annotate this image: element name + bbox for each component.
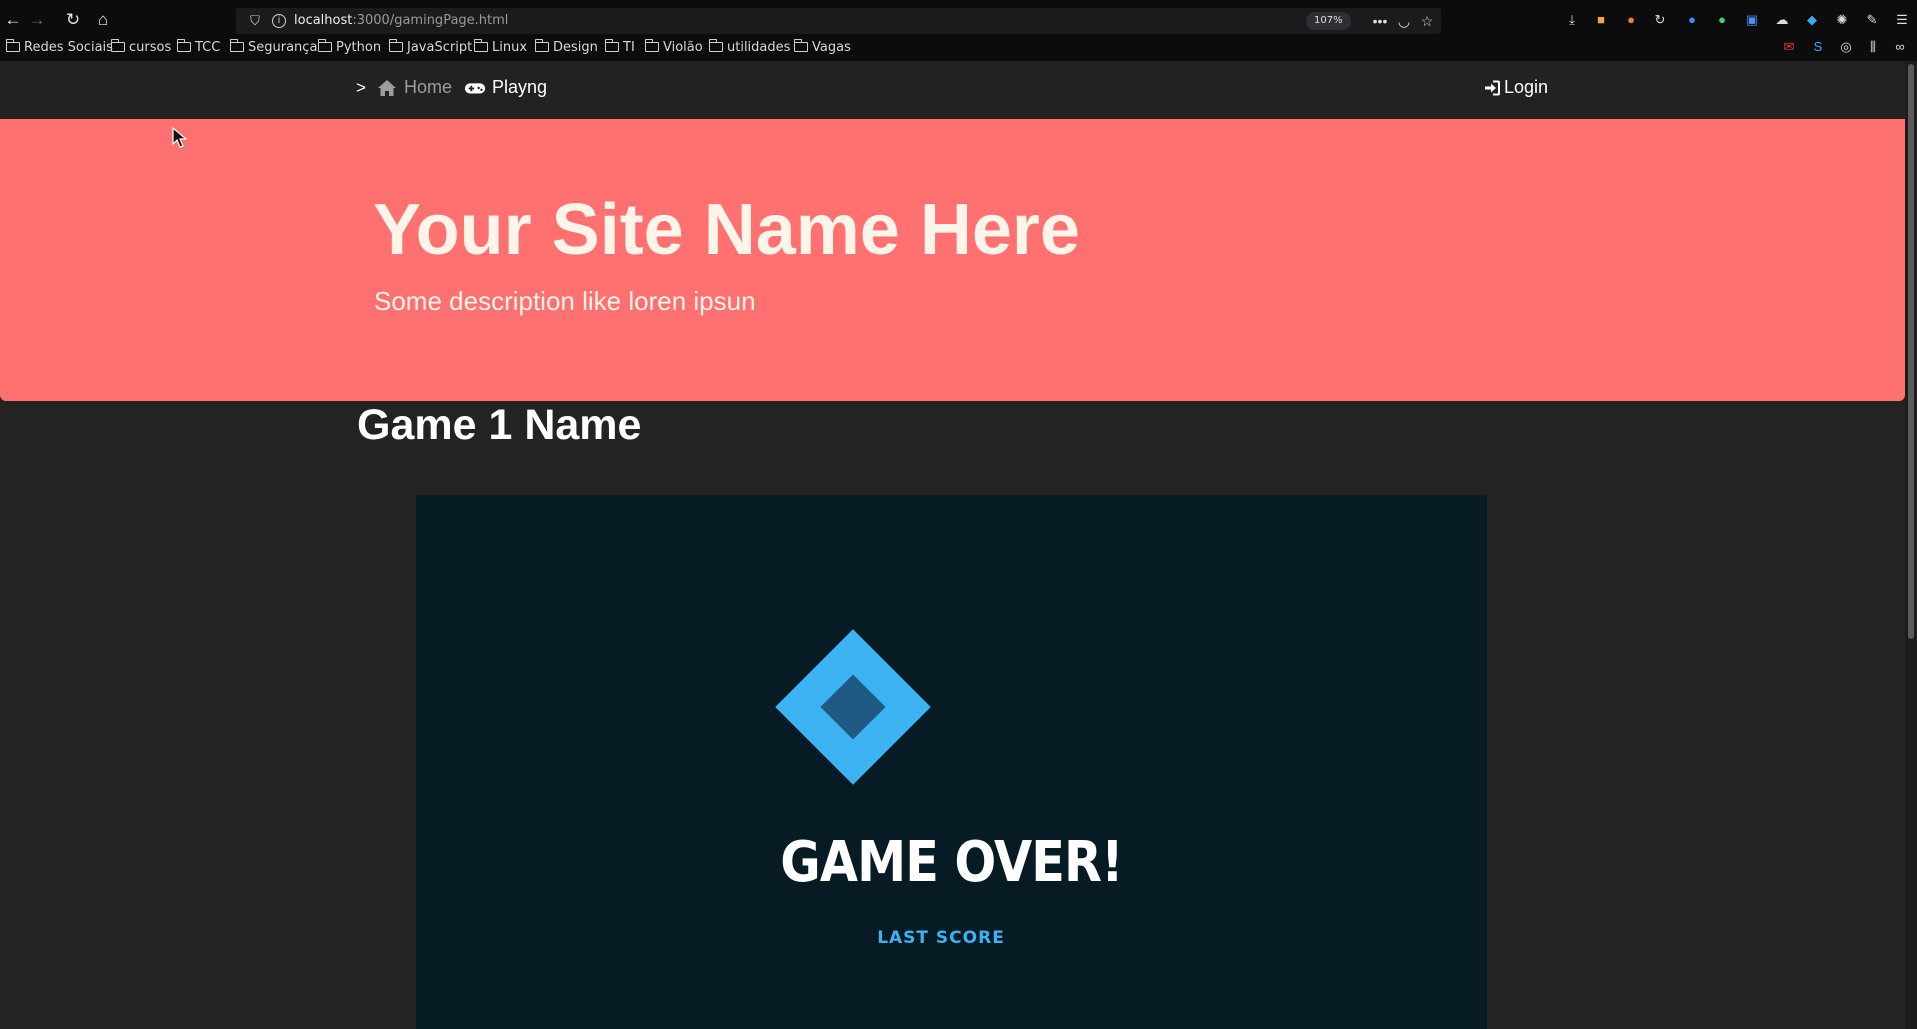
extension-icon[interactable]: ◆ — [1802, 10, 1822, 30]
page-scrollbar[interactable] — [1905, 61, 1917, 1029]
game-title: Game 1 Name — [357, 401, 642, 449]
extension-icon[interactable]: ↻ — [1650, 10, 1670, 30]
shield-icon[interactable]: ⛉ — [246, 12, 264, 30]
translate-icon[interactable]: ▣ — [1742, 10, 1762, 30]
menu-icon[interactable]: ☰ — [1892, 10, 1912, 30]
folder-icon — [474, 39, 488, 52]
bookmark-folder[interactable]: Python — [318, 39, 381, 55]
sign-in-icon — [1484, 78, 1500, 98]
site-navbar: > Home Playng Login — [0, 61, 1905, 119]
more-icon[interactable]: ••• — [1370, 12, 1390, 30]
bookmark-folder[interactable]: cursos — [111, 39, 171, 55]
nav-link-login-label: Login — [1504, 77, 1549, 97]
folder-icon — [318, 39, 332, 52]
url-bar[interactable]: ⛉ i localhost:3000/gamingPage.html 107% … — [236, 8, 1441, 34]
folder-icon — [177, 39, 191, 52]
react-icon[interactable]: ✺ — [1832, 10, 1852, 30]
folder-icon — [6, 39, 20, 52]
browser-chrome: ← → ↻ ⌂ ⛉ i localhost:3000/gamingPage.ht… — [0, 0, 1917, 61]
hero-jumbotron: Your Site Name Here Some description lik… — [0, 119, 1905, 401]
account-icon[interactable]: ◎ — [1836, 37, 1856, 57]
bookmark-folder[interactable]: Violão — [645, 39, 703, 55]
zoom-badge[interactable]: 107% — [1306, 12, 1351, 30]
bookmark-folder[interactable]: Linux — [474, 39, 527, 55]
home-icon — [376, 78, 398, 98]
home-icon[interactable]: ⌂ — [92, 9, 114, 31]
bookmark-folder[interactable]: utilidades — [709, 39, 790, 55]
bookmarks-bar: Redes Sociais cursos TCC Segurança Pytho… — [0, 36, 1917, 58]
folder-icon — [605, 39, 619, 52]
url-host: localhost — [294, 13, 353, 28]
extension-icon[interactable]: S — [1808, 37, 1828, 57]
folder-icon — [389, 39, 403, 52]
url-path: :3000/gamingPage.html — [352, 13, 509, 28]
folder-icon — [709, 39, 723, 52]
gamepad-icon — [464, 78, 486, 98]
extension-icon[interactable]: ■ — [1591, 10, 1611, 30]
diamond-outer — [775, 629, 931, 785]
game-over-text: GAME OVER! — [780, 830, 1123, 895]
folder-icon — [794, 39, 808, 52]
bookmark-folder[interactable]: TI — [605, 39, 635, 55]
browser-toolbar: ← → ↻ ⌂ ⛉ i localhost:3000/gamingPage.ht… — [0, 0, 1917, 40]
nav-link-playng-label: Playng — [492, 77, 548, 97]
navbar-brand[interactable]: > — [356, 78, 366, 98]
last-score-label: LAST SCORE — [877, 928, 1005, 948]
library-icon[interactable]: ⫼ — [1863, 37, 1883, 57]
site-description: Some description like loren ipsun — [374, 286, 756, 316]
nav-link-login[interactable]: Login — [1484, 77, 1548, 98]
bookmark-folder[interactable]: TCC — [177, 39, 220, 55]
pocket-icon[interactable]: ◡ — [1394, 12, 1414, 30]
bookmark-folder[interactable]: Segurança — [230, 39, 317, 55]
extension-icon[interactable]: ● — [1621, 10, 1641, 30]
game-canvas[interactable]: GAME OVER! LAST SCORE — [416, 495, 1487, 1029]
gmail-icon[interactable]: ✉ — [1779, 37, 1799, 57]
url-text[interactable]: localhost:3000/gamingPage.html — [294, 13, 508, 28]
mouse-cursor-icon — [172, 127, 188, 148]
folder-icon — [111, 39, 125, 52]
nav-link-home[interactable]: Home — [376, 77, 452, 98]
folder-icon — [645, 39, 659, 52]
bookmark-folder[interactable]: Vagas — [794, 39, 851, 55]
bookmark-folder[interactable]: Redes Sociais — [6, 39, 113, 55]
scrollbar-thumb[interactable] — [1908, 64, 1914, 639]
star-icon[interactable]: ☆ — [1417, 12, 1437, 30]
bookmark-folder[interactable]: JavaScript — [389, 39, 472, 55]
folder-icon — [230, 39, 244, 52]
diamond-inner — [820, 674, 886, 740]
reload-icon[interactable]: ↻ — [62, 9, 84, 31]
site-title: Your Site Name Here — [373, 190, 1080, 270]
download-icon[interactable]: ⤓ — [1562, 10, 1582, 30]
page-viewport: > Home Playng Login Your Site Name Here … — [0, 61, 1905, 1029]
messenger-icon[interactable]: ● — [1682, 10, 1702, 30]
bookmark-folder[interactable]: Design — [535, 39, 598, 55]
nav-link-home-label: Home — [404, 77, 453, 97]
whatsapp-icon[interactable]: ● — [1712, 10, 1732, 30]
forward-icon[interactable]: → — [26, 9, 48, 31]
info-icon[interactable]: i — [272, 14, 286, 28]
folder-icon — [535, 39, 549, 52]
back-icon[interactable]: ← — [2, 9, 24, 31]
extension-icon[interactable]: ☁ — [1772, 10, 1792, 30]
pen-icon[interactable]: ✎ — [1862, 10, 1882, 30]
private-mask-icon[interactable]: ∞ — [1890, 37, 1910, 57]
nav-link-playng[interactable]: Playng — [464, 77, 547, 98]
